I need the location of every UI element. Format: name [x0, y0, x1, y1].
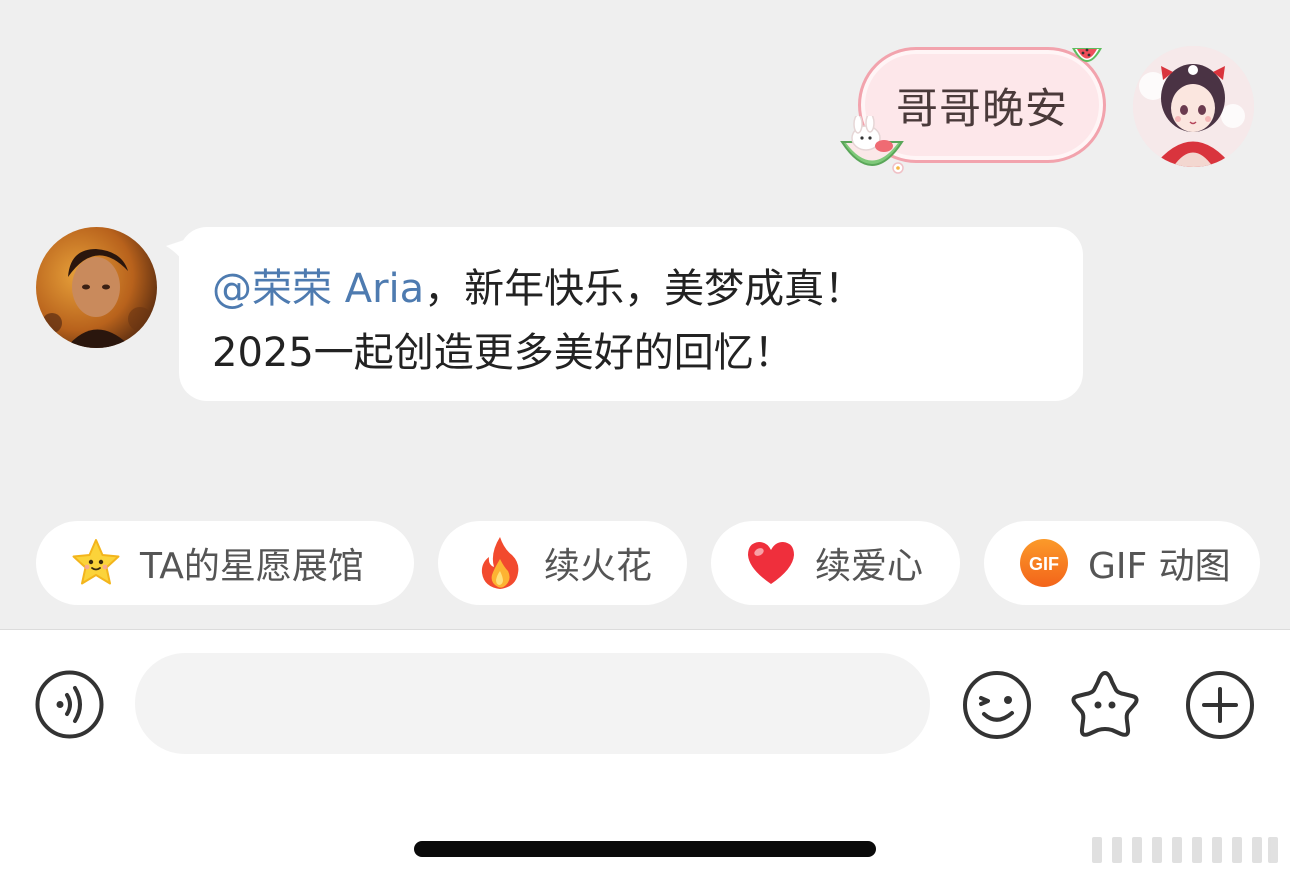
gif-icon: GIF — [1018, 537, 1070, 589]
star-face-icon — [70, 537, 122, 589]
continue-spark-button[interactable]: 续火花 — [438, 521, 687, 605]
incoming-message-line-1: @荣荣 Aria，新年快乐，美梦成真！ — [212, 257, 1049, 321]
incoming-message-bubble[interactable]: @荣荣 Aria，新年快乐，美梦成真！ 2025一起创造更多美好的回忆！ — [179, 227, 1083, 401]
star-wish-gallery-button[interactable]: TA的星愿展馆 — [36, 521, 414, 605]
fire-icon — [474, 537, 526, 589]
anime-girl-avatar-icon — [1133, 46, 1254, 167]
heart-icon — [745, 537, 797, 589]
continue-heart-button[interactable]: 续爱心 — [711, 521, 960, 605]
gif-sticker-button[interactable]: GIF GIF 动图 — [984, 521, 1260, 605]
voice-input-icon[interactable] — [35, 670, 104, 739]
message-input[interactable] — [135, 653, 930, 754]
continue-spark-label: 续火花 — [544, 546, 653, 587]
my-avatar[interactable] — [1133, 46, 1254, 167]
contact-avatar[interactable] — [36, 227, 157, 348]
gif-icon-text: GIF — [1029, 554, 1059, 574]
outgoing-message[interactable]: 哥哥晚安 — [836, 40, 1112, 182]
contact-photo-avatar-icon — [36, 227, 157, 348]
gif-sticker-label: GIF 动图 — [1088, 546, 1231, 587]
incoming-message-line-2: 2025一起创造更多美好的回忆！ — [212, 330, 794, 376]
incoming-message-text-1: ，新年快乐，美梦成真！ — [424, 266, 865, 312]
chat-message-area[interactable]: 哥哥晚安 @荣荣 Aria，新年快乐，美梦成真！ 2025一起创造更多美好的回忆… — [0, 0, 1290, 630]
home-indicator[interactable] — [414, 841, 876, 857]
emoji-wink-icon[interactable] — [962, 670, 1032, 740]
continue-heart-label: 续爱心 — [815, 546, 924, 587]
watermelon-sticker-icon — [1072, 48, 1102, 62]
watermark-icon — [1092, 837, 1278, 863]
mention-link[interactable]: @荣荣 Aria — [212, 266, 424, 312]
bunny-watermelon-sticker-icon — [840, 116, 904, 174]
more-plus-icon[interactable] — [1185, 670, 1255, 740]
star-wish-gallery-label: TA的星愿展馆 — [140, 546, 364, 587]
outgoing-message-text: 哥哥晚安 — [895, 83, 1068, 133]
star-sticker-icon[interactable] — [1068, 668, 1142, 740]
